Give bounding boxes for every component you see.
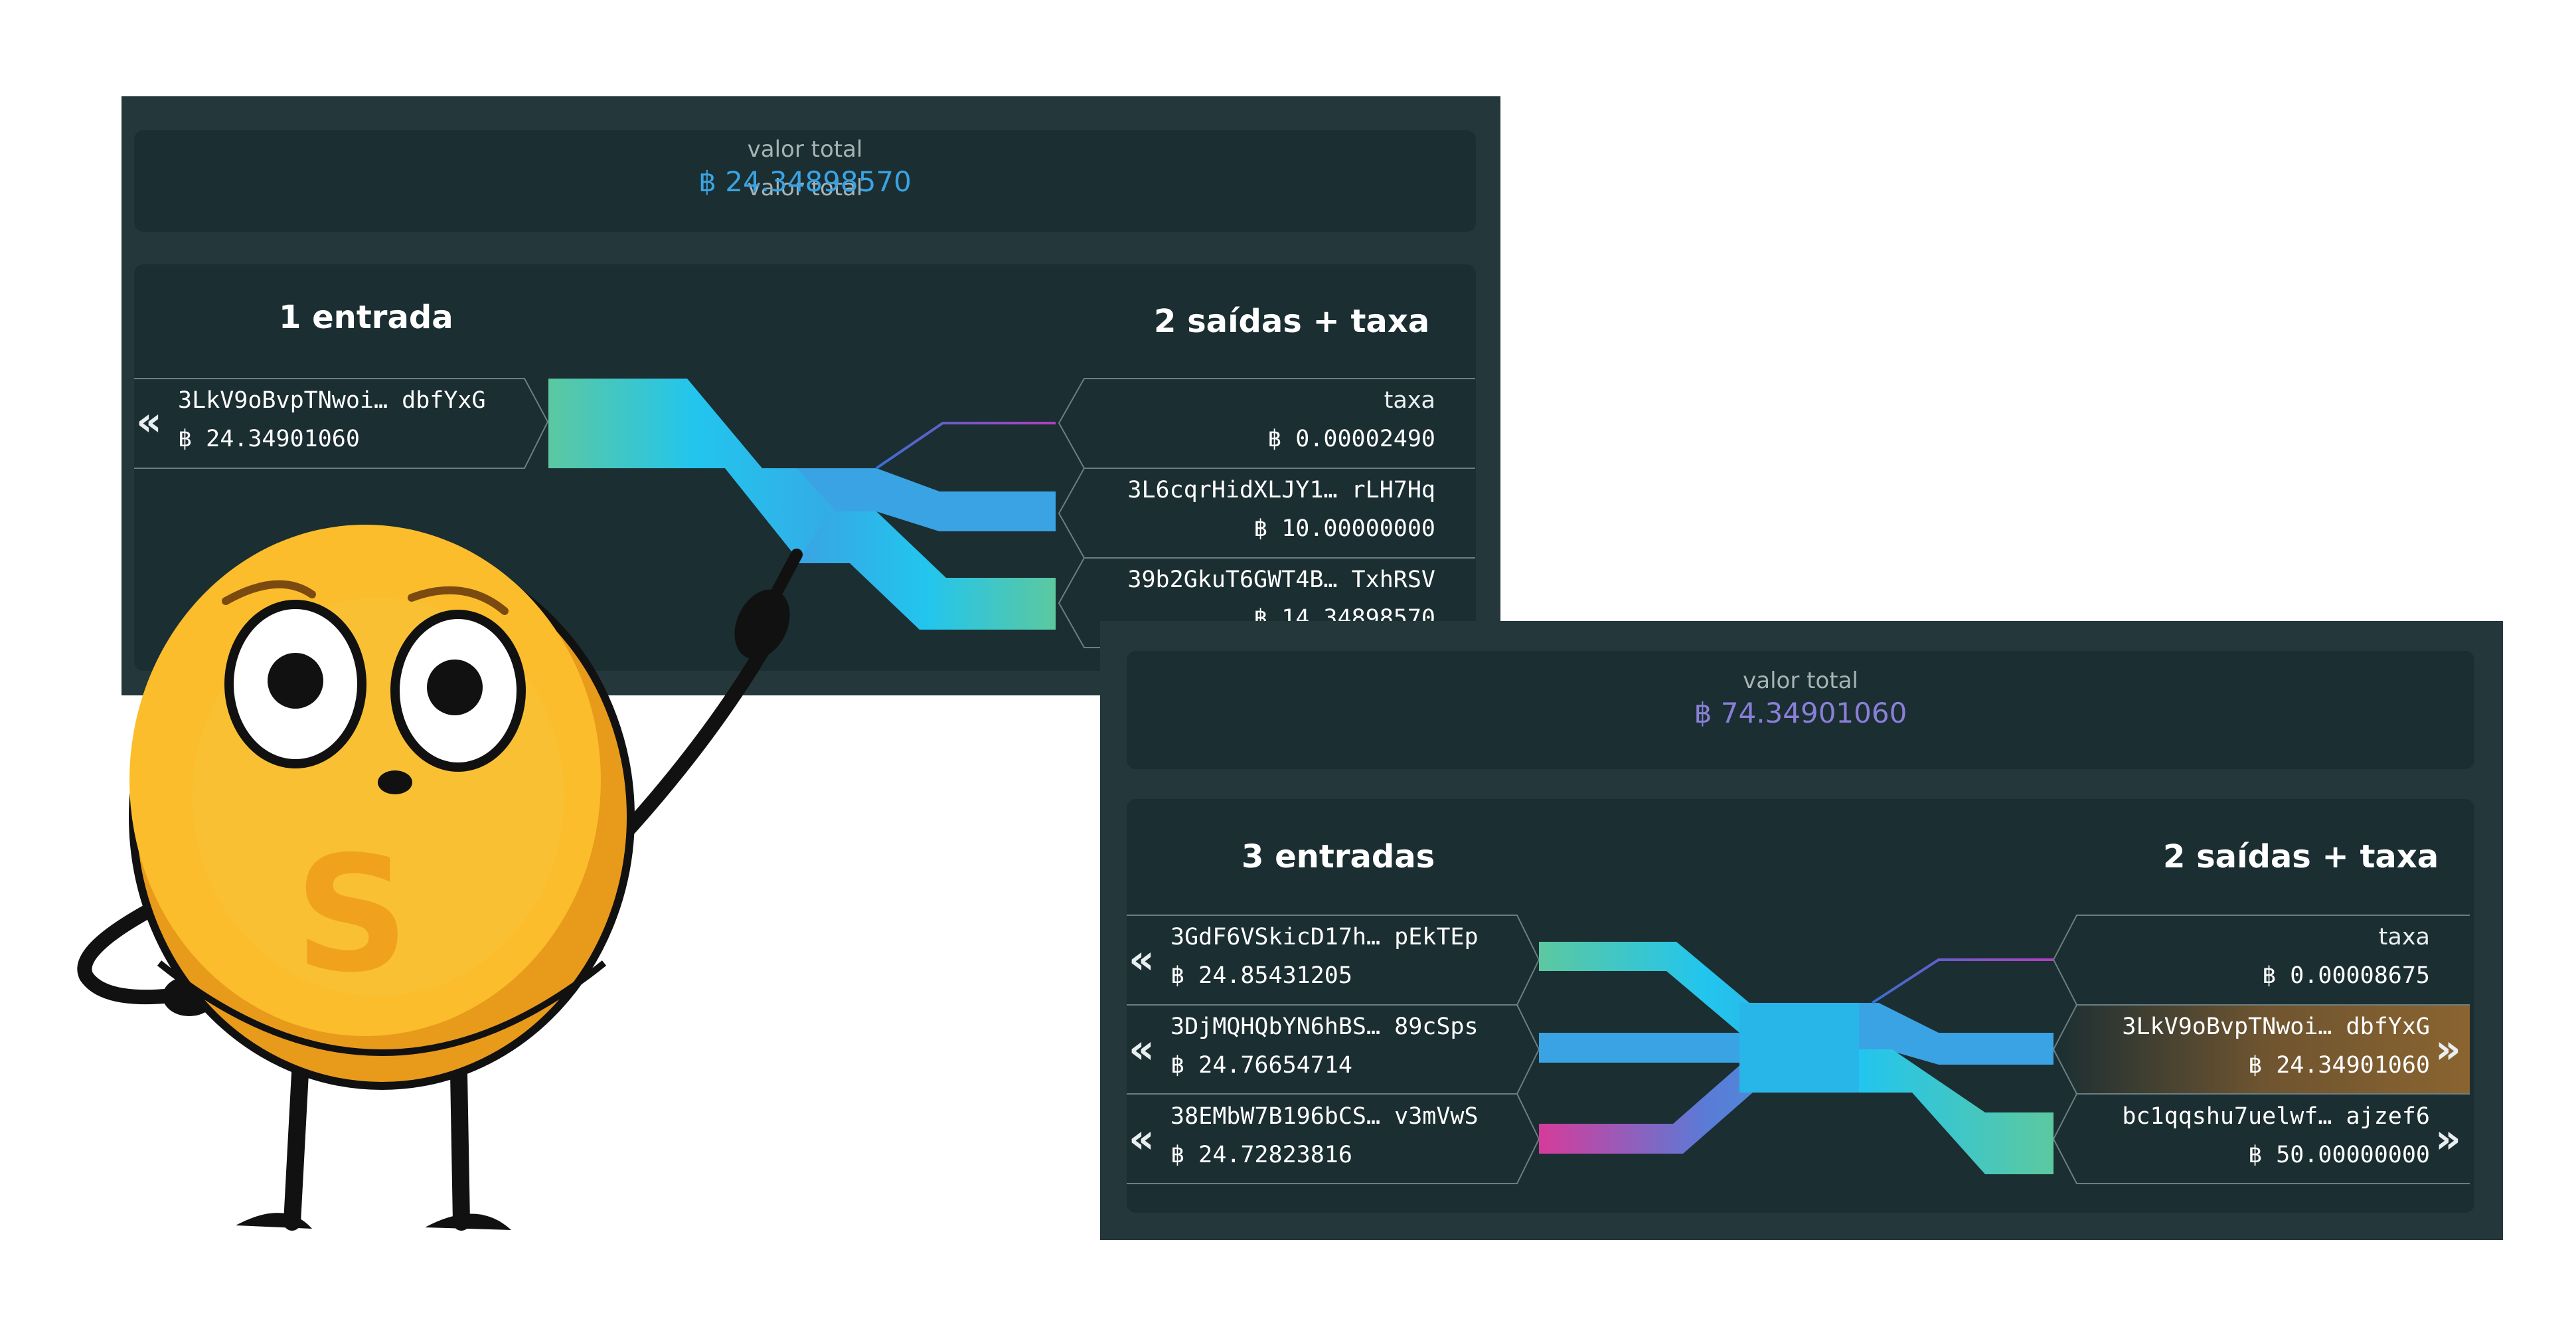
coin-mascot: S <box>77 525 803 1231</box>
svg-text:S: S <box>295 822 410 1008</box>
